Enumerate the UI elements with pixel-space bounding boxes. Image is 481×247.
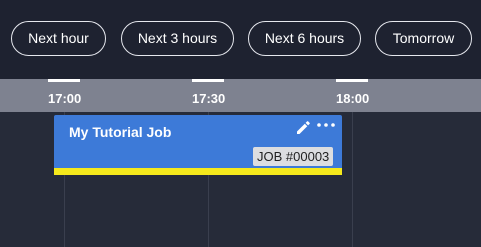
tick-marker [336,79,368,82]
job-status-stripe [54,168,342,175]
job-id-badge: JOB #00003 [253,147,334,166]
next-6-hours-button[interactable]: Next 6 hours [248,21,361,56]
pencil-icon[interactable] [295,120,311,136]
next-hour-button[interactable]: Next hour [11,21,106,56]
timeline-gridline [352,112,353,247]
ellipsis-icon[interactable] [316,120,336,134]
tick-marker [48,79,80,82]
next-3-hours-button[interactable]: Next 3 hours [121,21,234,56]
tomorrow-button[interactable]: Tomorrow [375,21,472,56]
quick-range-toolbar: Next hour Next 3 hours Next 6 hours Tomo… [0,0,481,79]
tick-label-1800: 18:00 [336,91,370,106]
timeline-header: 17:00 17:30 18:00 [0,79,481,112]
job-card[interactable]: My Tutorial Job JOB #00003 [54,115,342,168]
tick-label-1700: 17:00 [48,91,82,106]
job-title: My Tutorial Job [69,124,172,140]
tick-label-1730: 17:30 [192,91,226,106]
scheduler-view: Next hour Next 3 hours Next 6 hours Tomo… [0,0,481,247]
tick-marker [192,79,224,82]
